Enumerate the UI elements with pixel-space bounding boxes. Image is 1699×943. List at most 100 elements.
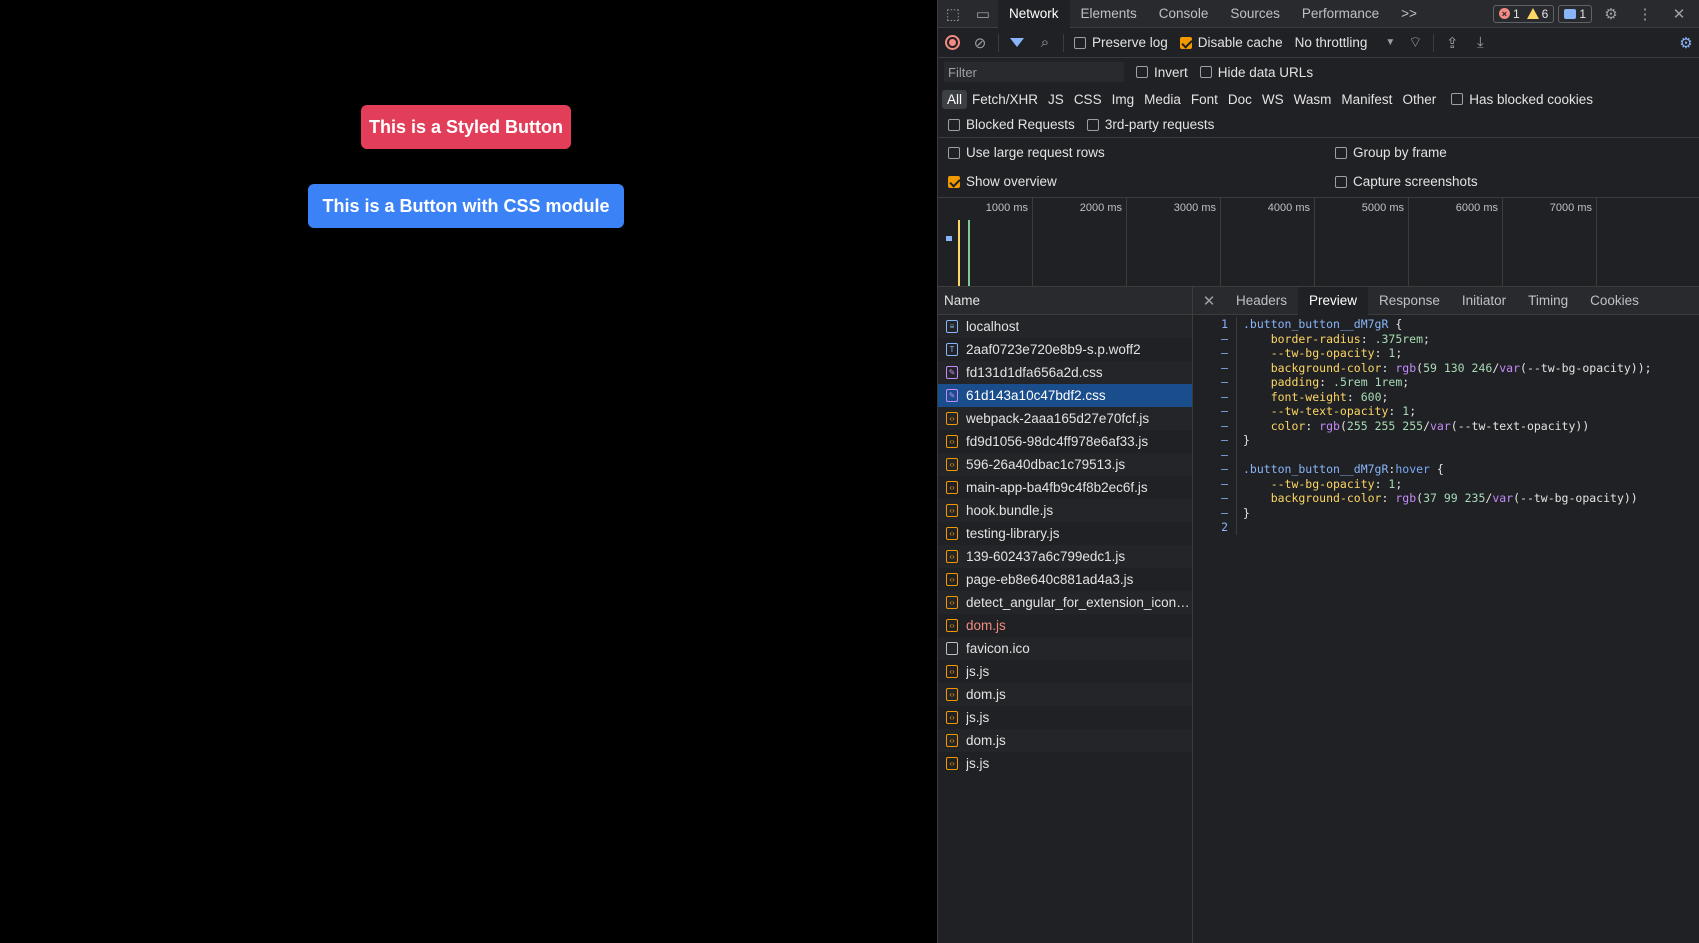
request-row[interactable]: ‹› 139-602437a6c799edc1.js (938, 545, 1192, 568)
checkbox-box (1335, 175, 1347, 188)
css-file-icon: ✎ (946, 366, 958, 379)
network-overview[interactable]: 1000 ms 2000 ms 3000 ms 4000 ms 5000 ms 6000 … (938, 197, 1699, 287)
detail-tab-response[interactable]: Response (1368, 287, 1451, 315)
overview-gridline (1502, 198, 1503, 286)
type-filter-fetchxhr[interactable]: Fetch/XHR (967, 90, 1043, 109)
request-row[interactable]: ‹› page-eb8e640c881ad4a3.js (938, 568, 1192, 591)
network-settings-gear-icon[interactable]: ⚙ (1672, 29, 1699, 57)
clear-button[interactable]: ⊘ (966, 29, 994, 57)
request-row[interactable]: favicon.ico (938, 637, 1192, 660)
request-row[interactable]: ‹› js.js (938, 752, 1192, 775)
code-token: (--tw-bg-opacity)) (1513, 491, 1638, 506)
line-text: background-color: rgb(59 130 246/var(--t… (1237, 361, 1652, 375)
detail-tab-timing[interactable]: Timing (1517, 287, 1579, 315)
tab-performance[interactable]: Performance (1291, 0, 1390, 28)
type-filter-css[interactable]: CSS (1069, 90, 1107, 109)
filter-input[interactable]: Filter (944, 62, 1124, 82)
request-row[interactable]: ‹› dom.js (938, 614, 1192, 637)
close-detail-icon[interactable]: ✕ (1193, 287, 1225, 315)
blocked-requests-checkbox[interactable]: Blocked Requests (948, 117, 1075, 132)
search-button[interactable]: ⌕ (1031, 29, 1059, 57)
network-conditions-icon[interactable]: ⌔ (1401, 29, 1429, 57)
request-row[interactable]: ‹› js.js (938, 660, 1192, 683)
type-filter-other[interactable]: Other (1397, 90, 1441, 109)
request-row[interactable]: ≡ localhost (938, 315, 1192, 338)
line-text: } (1237, 506, 1250, 520)
request-row[interactable]: ‹› hook.bundle.js (938, 499, 1192, 522)
js-file-icon: ‹› (946, 734, 958, 747)
line-number: – (1193, 389, 1237, 404)
line-number: – (1193, 491, 1237, 506)
tab-elements[interactable]: Elements (1070, 0, 1148, 28)
detail-tab-cookies[interactable]: Cookies (1579, 287, 1650, 315)
preserve-log-checkbox[interactable]: Preserve log (1074, 35, 1168, 50)
more-options-icon[interactable]: ⋮ (1630, 0, 1660, 28)
third-party-checkbox[interactable]: 3rd-party requests (1086, 117, 1214, 132)
error-badge[interactable]: × 1 6 (1492, 4, 1555, 23)
js-file-icon: ‹› (946, 573, 958, 586)
throttling-select[interactable]: No throttling ▼ (1295, 35, 1396, 50)
invert-checkbox[interactable]: Invert (1136, 65, 1188, 80)
type-filter-manifest[interactable]: Manifest (1336, 90, 1397, 109)
capture-screenshots-label: Capture screenshots (1353, 174, 1478, 189)
close-devtools-icon[interactable]: ✕ (1664, 0, 1694, 28)
styled-button[interactable]: This is a Styled Button (361, 105, 571, 149)
request-row[interactable]: ‹› dom.js (938, 729, 1192, 752)
detail-tab-preview[interactable]: Preview (1298, 286, 1369, 315)
request-row[interactable]: ✎ fd131d1dfa656a2d.css (938, 361, 1192, 384)
request-row[interactable]: ‹› fd9d1056-98dc4ff978e6af33.js (938, 430, 1192, 453)
request-name: 61d143a10c47bdf2.css (966, 388, 1106, 403)
settings-gear-icon[interactable]: ⚙ (1596, 0, 1626, 28)
type-filter-wasm[interactable]: Wasm (1289, 90, 1337, 109)
css-module-button[interactable]: This is a Button with CSS module (308, 184, 624, 228)
clear-icon: ⊘ (973, 34, 987, 52)
request-row[interactable]: ✎ 61d143a10c47bdf2.css (938, 384, 1192, 407)
request-row[interactable]: ‹› testing-library.js (938, 522, 1192, 545)
request-row[interactable]: ‹› main-app-ba4fb9c4f8b2ec6f.js (938, 476, 1192, 499)
disable-cache-checkbox[interactable]: Disable cache (1179, 35, 1283, 50)
import-har-icon[interactable]: ⇪ (1438, 29, 1466, 57)
type-filter-doc[interactable]: Doc (1223, 90, 1257, 109)
request-row[interactable]: ‹› 596-26a40dbac1c79513.js (938, 453, 1192, 476)
tab-sources[interactable]: Sources (1219, 0, 1291, 28)
more-tabs-button[interactable]: >> (1390, 0, 1428, 28)
request-row[interactable]: ‹› detect_angular_for_extension_icon… (938, 591, 1192, 614)
js-file-icon: ‹› (946, 504, 958, 517)
export-har-icon[interactable]: ⤓ (1466, 29, 1494, 57)
request-row[interactable]: ‹› webpack-2aaa165d27e70fcf.js (938, 407, 1192, 430)
record-button[interactable] (938, 29, 966, 57)
has-blocked-cookies-checkbox[interactable]: Has blocked cookies (1451, 92, 1593, 107)
code-token: .button_button__dM7gR (1243, 317, 1389, 332)
detail-tab-initiator[interactable]: Initiator (1451, 287, 1517, 315)
name-column-header[interactable]: Name (938, 287, 1192, 315)
type-filter-img[interactable]: Img (1107, 90, 1140, 109)
group-by-frame-checkbox[interactable]: Group by frame (1335, 145, 1447, 160)
overview-tick-label: 2000 ms (1079, 202, 1122, 214)
type-filter-font[interactable]: Font (1186, 90, 1223, 109)
show-overview-checkbox[interactable]: Show overview (948, 174, 1057, 189)
line-text: background-color: rgb(37 99 235/var(--tw… (1237, 491, 1638, 505)
type-filter-media[interactable]: Media (1139, 90, 1186, 109)
code-token: ; (1395, 346, 1403, 361)
message-badge[interactable]: 1 (1558, 4, 1592, 23)
tab-console[interactable]: Console (1148, 0, 1220, 28)
device-toolbar-icon[interactable]: ▭ (968, 0, 998, 28)
hide-data-urls-checkbox[interactable]: Hide data URLs (1199, 65, 1313, 80)
capture-screenshots-checkbox[interactable]: Capture screenshots (1335, 174, 1478, 189)
code-token: --tw-text-opacity (1243, 404, 1389, 419)
inspect-element-icon[interactable]: ⬚ (938, 0, 968, 28)
type-filter-all[interactable]: All (942, 89, 968, 109)
request-row[interactable]: ‹› js.js (938, 706, 1192, 729)
large-rows-checkbox[interactable]: Use large request rows (948, 145, 1105, 160)
type-filter-js[interactable]: JS (1043, 90, 1069, 109)
filter-button[interactable] (1003, 29, 1031, 57)
code-token: ; (1395, 476, 1403, 491)
code-token: 255 255 255 (1346, 418, 1424, 433)
type-filter-ws[interactable]: WS (1257, 90, 1289, 109)
detail-tab-headers[interactable]: Headers (1225, 287, 1298, 315)
request-name: page-eb8e640c881ad4a3.js (966, 572, 1134, 587)
request-row[interactable]: ‹› dom.js (938, 683, 1192, 706)
tab-network[interactable]: Network (998, 0, 1070, 28)
request-row[interactable]: T 2aaf0723e720e8b9-s.p.woff2 (938, 338, 1192, 361)
code-token: ; (1409, 404, 1417, 419)
